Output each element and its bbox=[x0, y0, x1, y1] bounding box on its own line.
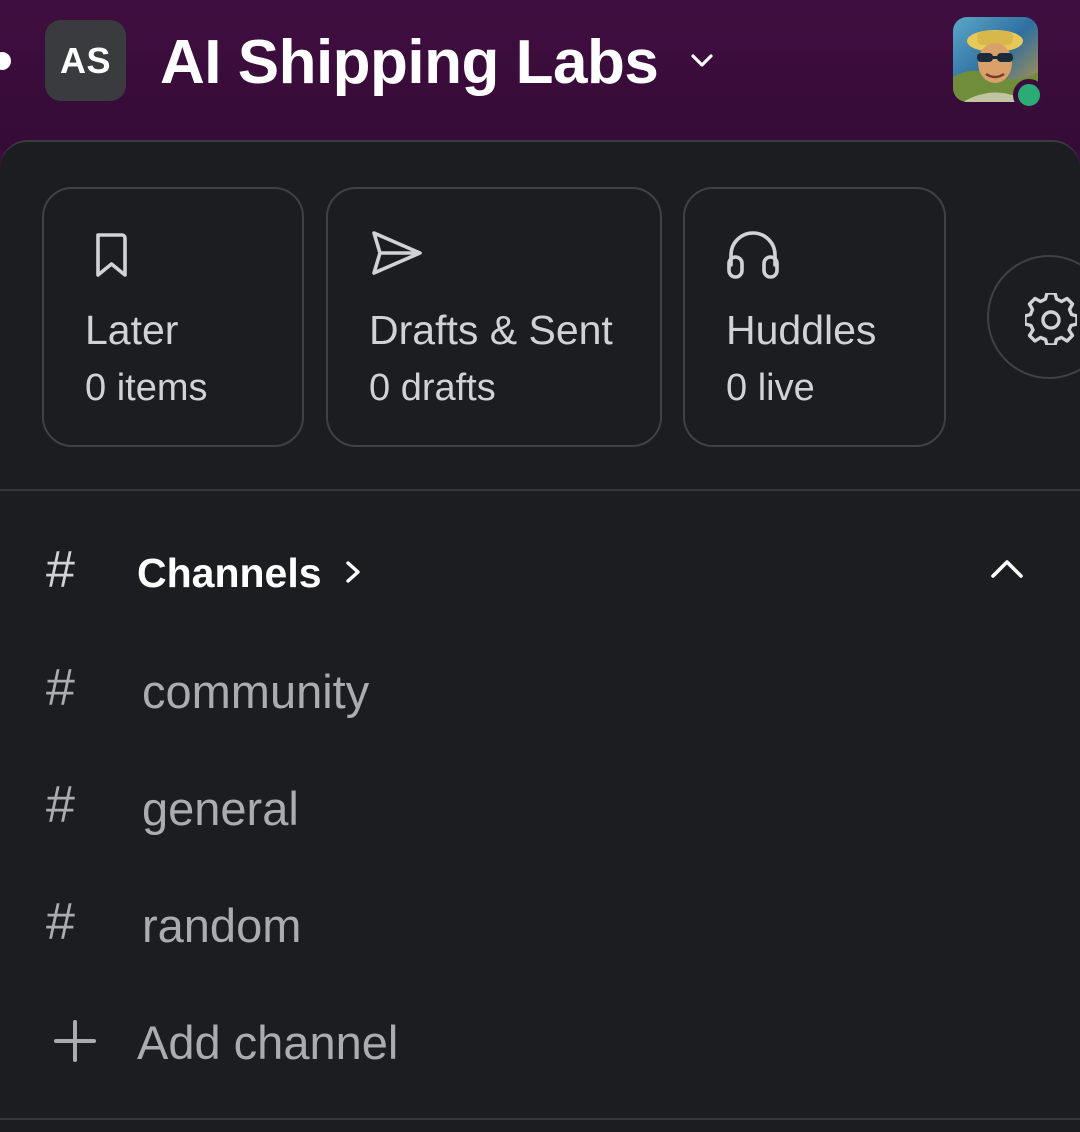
channel-name: community bbox=[142, 665, 370, 718]
workspace-initials: AS bbox=[59, 39, 111, 81]
drafts-count: 0 drafts bbox=[369, 367, 496, 409]
chevron-up-icon[interactable] bbox=[988, 554, 1026, 584]
add-channel-button[interactable]: Add channel bbox=[0, 991, 1080, 1091]
send-icon bbox=[372, 231, 422, 275]
channel-item[interactable]: # general bbox=[0, 757, 1080, 857]
workspace-name[interactable]: AI Shipping Labs bbox=[160, 24, 659, 100]
bookmark-icon bbox=[96, 233, 127, 277]
add-channel-label: Add channel bbox=[137, 1016, 399, 1069]
workspace-logo[interactable]: AS bbox=[45, 20, 126, 101]
drafts-sent-title: Drafts & Sent bbox=[369, 307, 613, 353]
channel-name: general bbox=[142, 782, 299, 835]
app: AS AI Shipping Labs Later 0 items Drafts… bbox=[0, 0, 1080, 1132]
workspace-header: AS AI Shipping Labs bbox=[0, 0, 1080, 150]
hash-icon: # bbox=[46, 541, 75, 599]
huddles-count: 0 live bbox=[726, 367, 815, 409]
bottom-divider bbox=[0, 1118, 1080, 1120]
hash-icon: # bbox=[46, 776, 75, 834]
channel-name: random bbox=[142, 899, 302, 952]
drafts-sent-card[interactable]: Drafts & Sent 0 drafts bbox=[326, 187, 662, 447]
later-count: 0 items bbox=[85, 367, 208, 409]
later-card[interactable]: Later 0 items bbox=[42, 187, 304, 447]
presence-indicator bbox=[1013, 79, 1045, 111]
plus-icon bbox=[54, 1020, 96, 1062]
hash-icon: # bbox=[46, 893, 75, 951]
channels-section-header[interactable]: # Channels bbox=[0, 532, 1080, 612]
huddles-title: Huddles bbox=[726, 307, 877, 353]
unread-dot bbox=[0, 52, 11, 70]
hash-icon: # bbox=[46, 659, 75, 717]
channel-item[interactable]: # random bbox=[0, 874, 1080, 974]
section-divider bbox=[0, 489, 1080, 491]
sidebar-panel: Later 0 items Drafts & Sent 0 drafts Hud… bbox=[0, 140, 1080, 1132]
gear-icon bbox=[1025, 293, 1077, 345]
settings-button[interactable] bbox=[987, 255, 1080, 379]
channel-item[interactable]: # community bbox=[0, 640, 1080, 740]
chevron-down-icon[interactable] bbox=[688, 46, 716, 74]
huddles-card[interactable]: Huddles 0 live bbox=[683, 187, 946, 447]
later-title: Later bbox=[85, 307, 179, 353]
channels-title[interactable]: Channels bbox=[137, 550, 322, 597]
headphones-icon bbox=[727, 231, 779, 279]
chevron-right-icon[interactable] bbox=[341, 557, 367, 587]
